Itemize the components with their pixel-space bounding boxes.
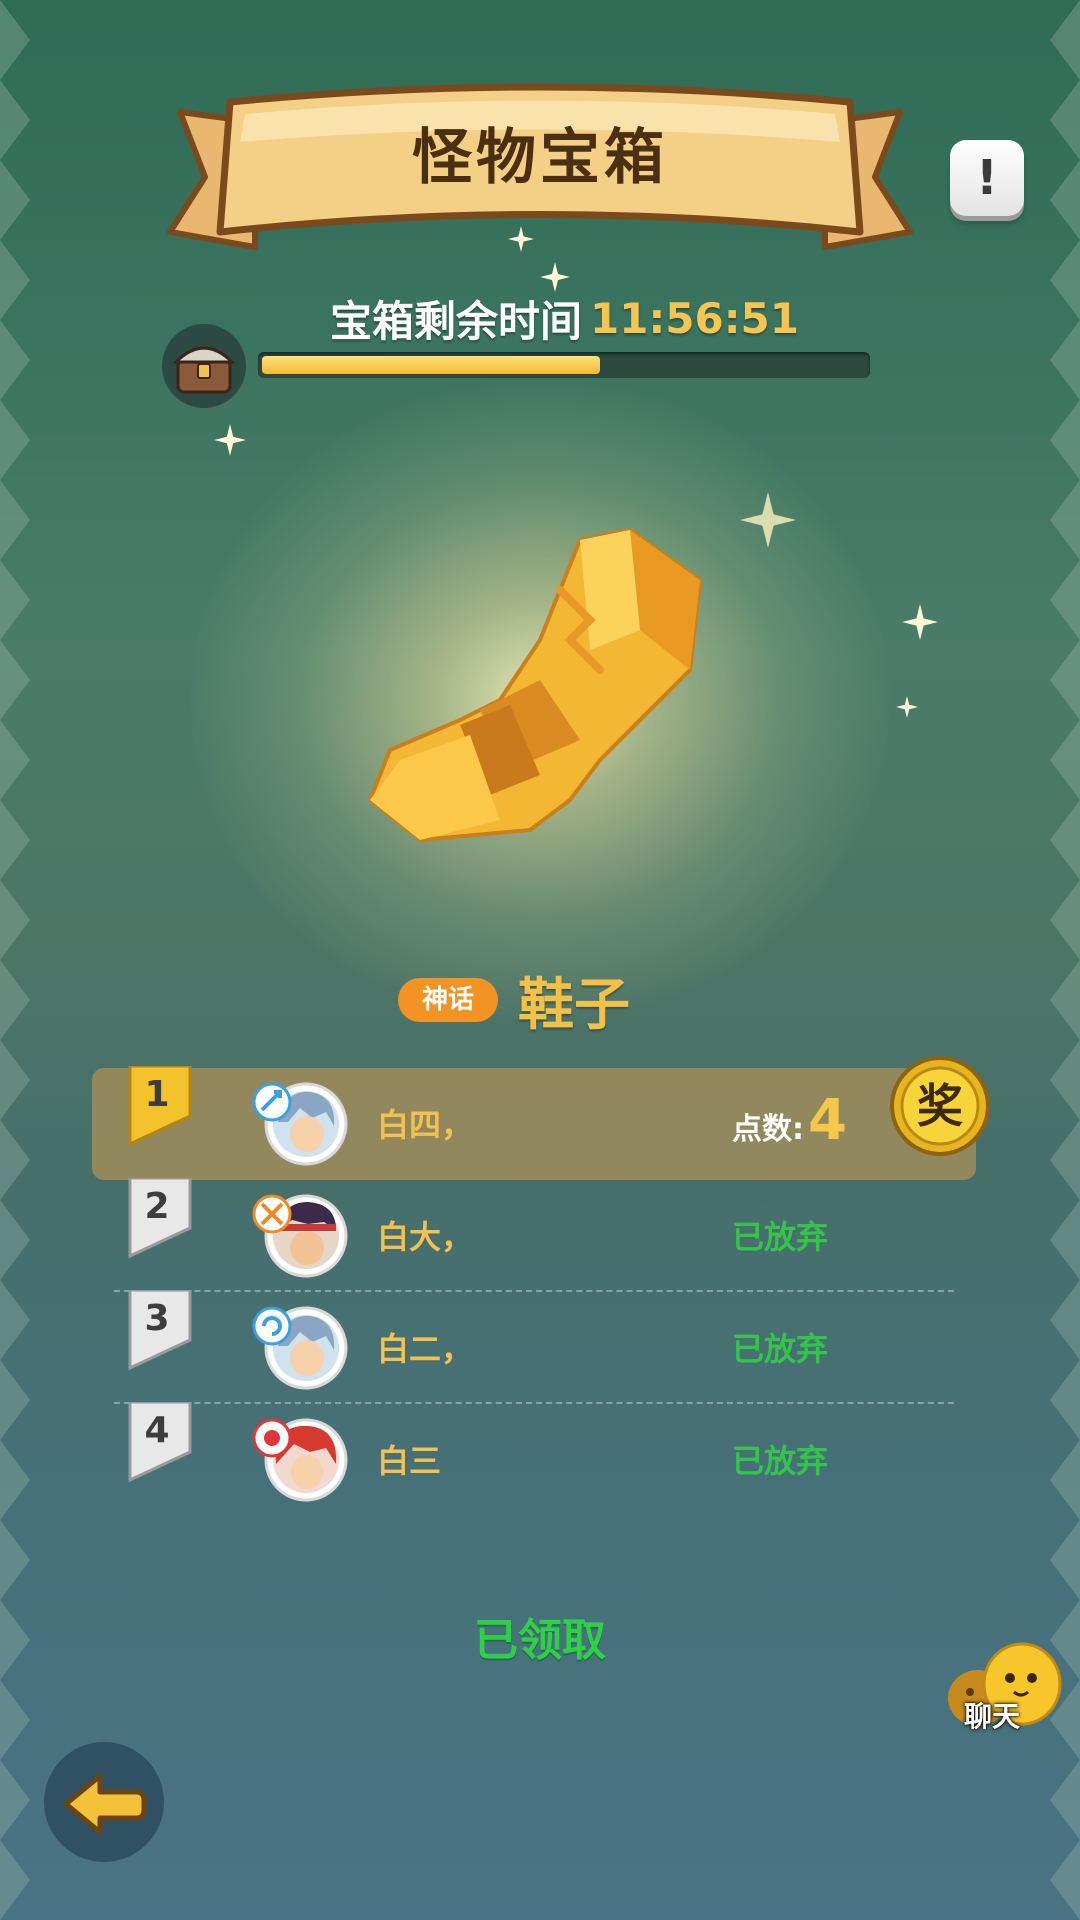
sparkle-icon — [740, 492, 796, 548]
points-display: 点数: 4 — [732, 1088, 847, 1153]
class-badge-icon — [252, 1306, 292, 1346]
exclamation-icon: ! — [976, 150, 998, 206]
ranking-row: 4 白三 已放弃 — [92, 1402, 976, 1516]
sparkle-icon — [902, 604, 938, 640]
ranking-row: 3 白二， 已放弃 — [92, 1290, 976, 1404]
sparkle-icon — [508, 226, 534, 252]
timer-value: 11:56:51 — [590, 293, 799, 343]
player-name: 白二， — [377, 1330, 474, 1368]
points-label: 点数: — [732, 1112, 804, 1147]
status-text: 已放弃 — [732, 1218, 829, 1256]
class-badge-icon — [252, 1194, 292, 1234]
timer-progress-bar — [258, 352, 870, 378]
item-name: 鞋子 — [518, 972, 631, 1038]
ranking-row: 1 白四， 点数: 4 奖 — [92, 1056, 990, 1180]
ranking-row: 2 白大， 已放弃 — [92, 1178, 976, 1292]
info-button[interactable]: ! — [950, 140, 1024, 216]
back-arrow-icon — [63, 1773, 147, 1835]
timer-label: 宝箱剩余时间 — [330, 296, 583, 346]
player-name: 白四， — [377, 1106, 474, 1144]
rank-number: 2 — [144, 1186, 170, 1227]
points-value: 4 — [808, 1088, 847, 1153]
class-badge-icon — [252, 1082, 292, 1122]
rank-number: 1 — [144, 1074, 170, 1115]
sparkle-icon — [896, 696, 918, 718]
back-button[interactable] — [44, 1742, 164, 1862]
golden-boot-icon — [368, 528, 702, 842]
sparkle-icon — [214, 424, 246, 456]
sparkle-icon — [540, 262, 570, 292]
page-title: 怪物宝箱 — [412, 122, 668, 193]
rank-number: 3 — [144, 1298, 170, 1339]
rank-number: 4 — [144, 1410, 170, 1451]
ranking-list: 1 白四， 点数: 4 奖 2 白大， 已放弃 3 白二， 已放弃 4 白三 已… — [92, 1056, 990, 1516]
player-name: 白三 — [377, 1442, 442, 1480]
treasure-chest-icon — [162, 324, 246, 408]
timer-progress-fill — [262, 356, 600, 374]
rarity-badge: 神话 — [398, 978, 499, 1022]
class-badge-icon — [252, 1418, 292, 1458]
claimed-status: 已领取 — [474, 1615, 606, 1666]
player-name: 白大， — [377, 1218, 474, 1256]
timer-row: 宝箱剩余时间 11:56:51 — [330, 288, 799, 348]
award-medal-icon: 奖 — [888, 1054, 992, 1158]
chat-label: 聊天 — [964, 1700, 1021, 1733]
status-text: 已放弃 — [732, 1442, 829, 1480]
item-title-row: 神话 鞋子 — [398, 960, 630, 1040]
award-badge-text: 奖 — [917, 1079, 963, 1133]
status-text: 已放弃 — [732, 1330, 829, 1368]
